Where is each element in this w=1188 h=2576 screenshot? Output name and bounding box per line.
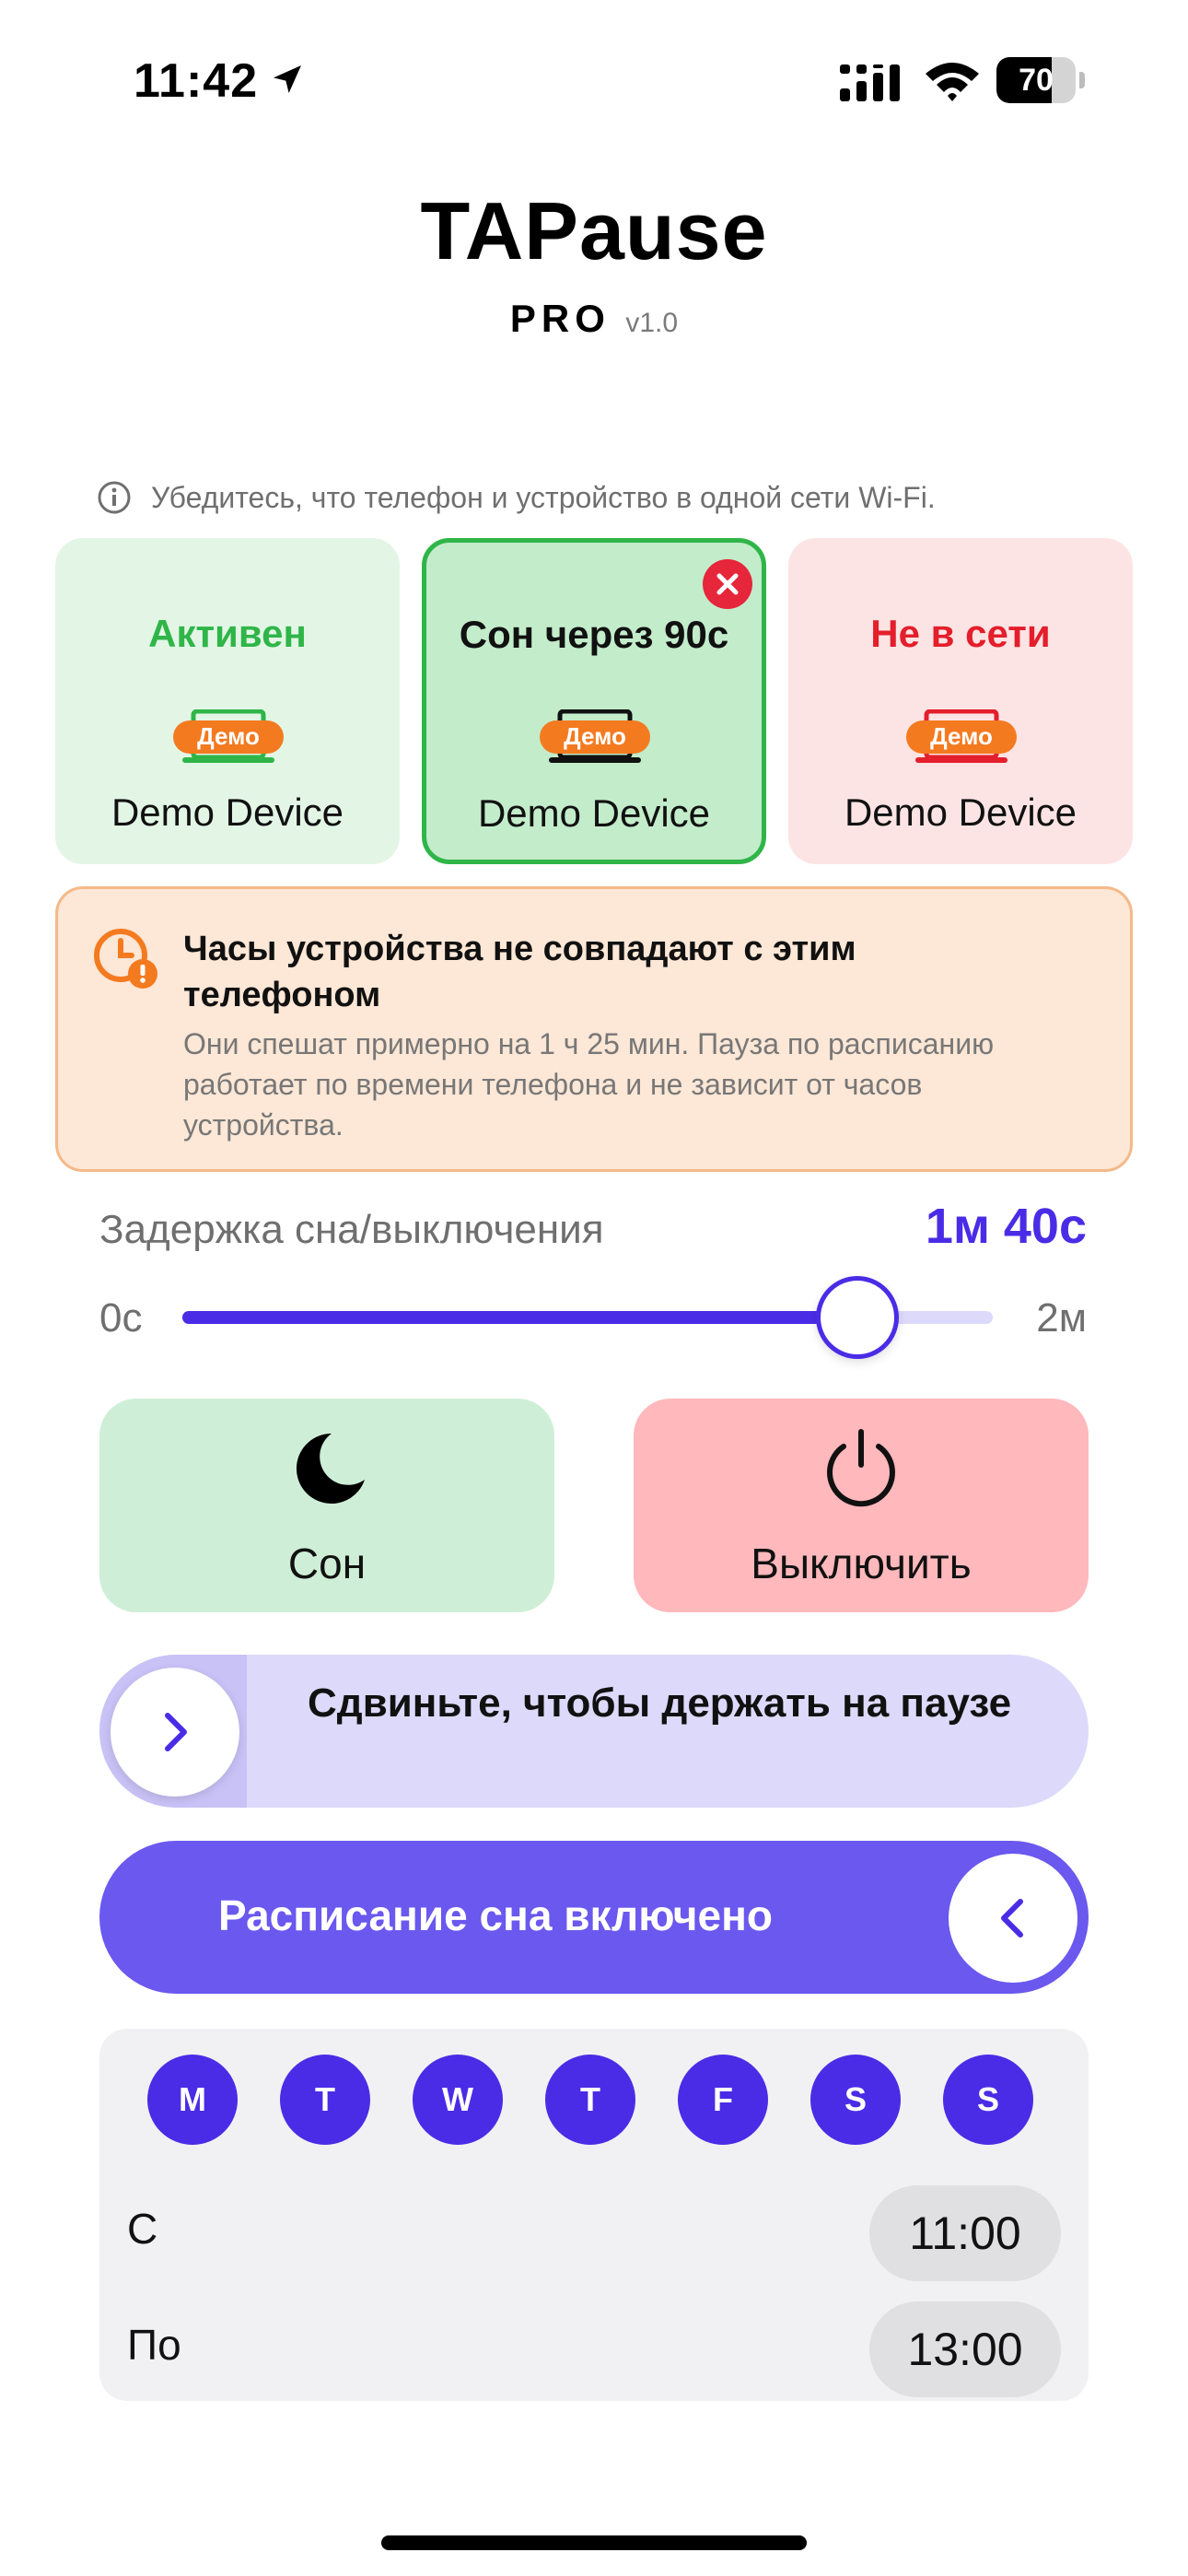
swipe-label: Сдвиньте, чтобы держать на паузе	[308, 1680, 1012, 1726]
info-icon	[98, 481, 131, 514]
delay-max-label: 2м	[1036, 1295, 1087, 1341]
sleep-schedule-toggle[interactable]: Расписание сна включено	[99, 1841, 1089, 1994]
device-icon: Демо	[540, 709, 650, 763]
sleep-button[interactable]: Сон	[99, 1399, 554, 1612]
to-time-label: По	[127, 2321, 181, 2369]
device-name: Demo Device	[477, 791, 711, 835]
app-title: TAPause	[420, 185, 768, 276]
device-card-active[interactable]: Активен Демо Demo Device	[55, 538, 400, 864]
from-time-picker[interactable]: 11:00	[869, 2185, 1061, 2281]
power-icon	[827, 1429, 895, 1507]
chevron-left-icon	[1001, 1899, 1023, 1938]
day-button-thursday[interactable]: T	[545, 2055, 635, 2145]
day-button-saturday[interactable]: S	[810, 2055, 901, 2145]
day-button-monday[interactable]: M	[147, 2055, 238, 2145]
swipe-handle[interactable]	[111, 1668, 239, 1797]
power-off-button[interactable]: Выключить	[634, 1399, 1089, 1612]
warning-title: Часы устройства не совпадают с этим теле…	[183, 930, 856, 1014]
device-icon: Демо	[906, 709, 1017, 763]
to-time-picker[interactable]: 13:00	[869, 2301, 1061, 2397]
delay-slider-thumb[interactable]	[816, 1276, 900, 1359]
schedule-toggle-handle[interactable]	[949, 1854, 1077, 1983]
edition-label: PRO	[509, 297, 611, 340]
delay-slider[interactable]	[182, 1276, 993, 1359]
demo-badge: Демо	[930, 722, 993, 750]
device-card-sleeping[interactable]: Сон через 90с Демо Demo Device	[422, 538, 766, 864]
battery-icon: 70	[996, 57, 1085, 103]
remove-device-button[interactable]	[703, 559, 752, 609]
delay-label: Задержка сна/выключения	[99, 1207, 604, 1252]
swipe-to-pause-slider[interactable]: Сдвиньте, чтобы держать на паузе	[99, 1655, 1089, 1808]
day-button-sunday[interactable]: S	[943, 2055, 1033, 2145]
edition-row: PRO v1.0	[0, 297, 1188, 341]
location-arrow-icon	[274, 65, 301, 93]
close-icon	[716, 573, 739, 595]
delay-min-label: 0с	[99, 1295, 143, 1341]
device-status: Сон через 90с	[459, 613, 729, 656]
wifi-note-text: Убедитесь, что телефон и устройство в од…	[151, 480, 936, 514]
device-status: Не в сети	[870, 612, 1051, 655]
sleep-button-label: Сон	[287, 1540, 367, 1587]
battery-level: 70	[1019, 63, 1054, 98]
device-card-offline[interactable]: Не в сети Демо Demo Device	[788, 538, 1133, 864]
schedule-panel: M T W T F S S С 11:00 По 13:00	[99, 2029, 1089, 2401]
moon-icon	[296, 1434, 365, 1504]
demo-badge: Демо	[197, 722, 260, 750]
clock-mismatch-warning: Часы устройства не совпадают с этим теле…	[55, 886, 1133, 1172]
from-time-label: С	[127, 2205, 158, 2253]
delay-value: 1м 40с	[925, 1199, 1087, 1254]
home-indicator	[381, 2535, 807, 2550]
device-name: Demo Device	[844, 790, 1077, 834]
sleep-schedule-label: Расписание сна включено	[218, 1891, 773, 1939]
status-time: 11:42	[134, 54, 259, 108]
wifi-note: Убедитесь, что телефон и устройство в од…	[96, 477, 936, 518]
device-icon: Демо	[173, 709, 284, 763]
version-label: v1.0	[625, 308, 679, 338]
wifi-icon	[926, 63, 979, 101]
cellular-signal-icon	[840, 64, 900, 101]
demo-badge: Демо	[564, 722, 626, 750]
power-off-button-label: Выключить	[751, 1540, 972, 1587]
device-name: Demo Device	[111, 790, 344, 834]
day-button-wednesday[interactable]: W	[413, 2055, 503, 2145]
chevron-right-icon	[165, 1713, 187, 1751]
clock-warning-icon	[94, 929, 157, 989]
day-button-tuesday[interactable]: T	[280, 2055, 370, 2145]
warning-body: Они спешат примерно на 1 ч 25 мин. Пауза…	[183, 1027, 995, 1142]
device-status: Активен	[148, 612, 307, 655]
day-button-friday[interactable]: F	[678, 2055, 768, 2145]
delay-slider-fill	[182, 1311, 858, 1324]
